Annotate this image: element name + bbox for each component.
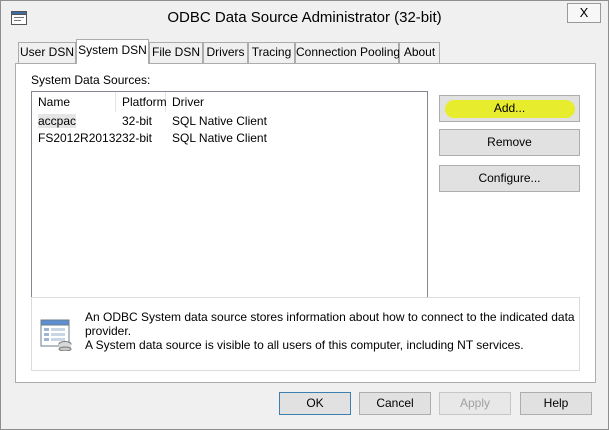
tab-user-dsn[interactable]: User DSN	[18, 42, 76, 63]
tab-label: Tracing	[251, 45, 292, 59]
table-row[interactable]: accpac 32-bit SQL Native Client	[32, 113, 427, 130]
help-button[interactable]: Help	[520, 392, 592, 415]
ok-button[interactable]: OK	[279, 392, 351, 415]
cell-name: FS2012R20132	[38, 131, 123, 145]
cancel-button[interactable]: Cancel	[359, 392, 431, 415]
close-icon: X	[579, 5, 589, 20]
tab-connection-pooling[interactable]: Connection Pooling	[295, 42, 401, 63]
title-bar[interactable]: ODBC Data Source Administrator (32-bit) …	[1, 1, 608, 35]
table-row[interactable]: FS2012R20132 32-bit SQL Native Client	[32, 130, 427, 147]
window-title: ODBC Data Source Administrator (32-bit)	[167, 9, 442, 26]
remove-button[interactable]: Remove	[439, 129, 580, 156]
tab-label: File DSN	[151, 45, 200, 59]
apply-button[interactable]: Apply	[439, 392, 511, 415]
tab-system-dsn[interactable]: System DSN	[76, 39, 149, 64]
cell-platform: 32-bit	[122, 114, 153, 128]
tab-label: User DSN	[19, 45, 74, 59]
tab-label: About	[403, 45, 436, 59]
configure-button[interactable]: Configure...	[439, 165, 580, 192]
system-dsn-panel: System Data Sources: Name Platform Drive…	[15, 63, 596, 383]
cell-driver: SQL Native Client	[172, 114, 267, 128]
info-line-1: An ODBC System data source stores inform…	[85, 310, 575, 338]
data-source-icon	[40, 319, 72, 351]
column-header-name[interactable]: Name	[32, 92, 116, 112]
tab-file-dsn[interactable]: File DSN	[149, 42, 203, 63]
add-button[interactable]: Add...	[439, 95, 580, 122]
tab-label: Connection Pooling	[296, 45, 401, 59]
tab-tracing[interactable]: Tracing	[248, 42, 295, 63]
info-box: An ODBC System data source stores inform…	[31, 297, 580, 371]
system-data-sources-label: System Data Sources:	[31, 73, 151, 87]
column-header-platform[interactable]: Platform	[116, 92, 167, 112]
tab-label: Drivers	[206, 45, 245, 59]
tab-label: System DSN	[78, 43, 147, 57]
info-text: An ODBC System data source stores inform…	[85, 310, 575, 352]
close-button[interactable]: X	[567, 3, 601, 23]
tab-drivers[interactable]: Drivers	[203, 42, 248, 63]
cell-name: accpac	[38, 114, 77, 128]
info-line-2: A System data source is visible to all u…	[85, 338, 524, 352]
add-button-label: Add...	[493, 101, 526, 115]
tab-about[interactable]: About	[399, 42, 440, 63]
cell-platform: 32-bit	[122, 131, 153, 145]
odbc-admin-window: ODBC Data Source Administrator (32-bit) …	[0, 0, 609, 430]
column-header-driver[interactable]: Driver	[166, 92, 427, 112]
cell-driver: SQL Native Client	[172, 131, 267, 145]
